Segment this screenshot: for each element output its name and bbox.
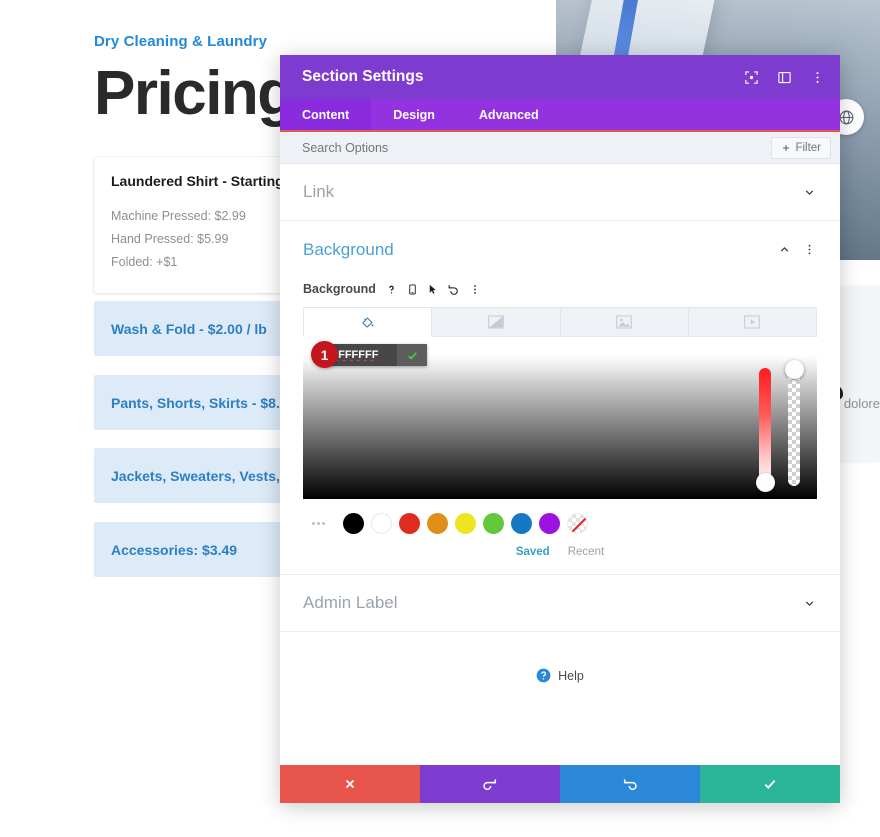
modal-title: Section Settings xyxy=(302,68,424,85)
palette-tab-recent[interactable]: Recent xyxy=(568,546,604,558)
swatch-transparent[interactable] xyxy=(567,513,588,534)
modal-footer xyxy=(280,765,840,803)
modal-body: Link Background Background 1 #FFFFFF Sav… xyxy=(280,164,840,765)
background-field-label-row: Background xyxy=(303,282,817,296)
page-title: Pricing xyxy=(94,59,295,128)
hex-confirm-button[interactable] xyxy=(397,344,427,366)
accordion-background[interactable]: Background xyxy=(280,221,840,278)
swatch-black[interactable] xyxy=(343,513,364,534)
more-vertical-icon[interactable] xyxy=(808,68,826,86)
check-icon xyxy=(407,351,417,360)
undo-button[interactable] xyxy=(420,765,560,803)
toggle-title: Accessories: $3.49 xyxy=(111,541,238,558)
accordion-background-label: Background xyxy=(303,239,394,259)
swatch-purple[interactable] xyxy=(539,513,560,534)
accordion-link-label: Link xyxy=(303,182,335,201)
step-badge-1: 1 xyxy=(311,341,338,368)
plus-icon xyxy=(783,145,790,151)
search-options-row: Filter xyxy=(280,132,840,164)
swatch-green[interactable] xyxy=(483,513,504,534)
color-swatch-row xyxy=(303,513,817,534)
toggle-line: Folded: +$1 xyxy=(111,255,178,270)
hue-slider[interactable] xyxy=(755,368,775,492)
redo-button[interactable] xyxy=(560,765,700,803)
more-vertical-icon[interactable] xyxy=(469,283,481,296)
toggle-line: Machine Pressed: $2.99 xyxy=(111,209,246,223)
video-icon[interactable] xyxy=(688,307,817,337)
modal-header: Section Settings xyxy=(280,55,840,99)
help-link[interactable]: Help xyxy=(280,668,840,683)
toggle-title: Pants, Shorts, Skirts - $8.49 xyxy=(111,394,296,411)
palette-tab-saved[interactable]: Saved xyxy=(516,546,550,558)
alpha-slider[interactable] xyxy=(784,360,804,486)
more-vertical-icon[interactable] xyxy=(803,243,816,256)
search-input[interactable] xyxy=(302,140,702,155)
accordion-link[interactable]: Link xyxy=(280,164,840,221)
split-layout-icon[interactable] xyxy=(775,68,793,86)
screen: t dolore Dry Cleaning & Laundry Pricing … xyxy=(0,0,880,837)
background-field-label: Background xyxy=(303,282,376,296)
background-panel: Background 1 #FFFFFF Saved Recent xyxy=(280,282,840,575)
save-button[interactable] xyxy=(700,765,840,803)
toggle-title: Wash & Fold - $2.00 / lb xyxy=(111,320,267,337)
section-settings-modal: Section Settings Content Design Advanced… xyxy=(280,55,840,803)
accordion-admin-label-actions xyxy=(803,597,816,610)
tab-design[interactable]: Design xyxy=(371,99,457,130)
toggle-body: Machine Pressed: $2.99 Hand Pressed: $5.… xyxy=(111,205,246,274)
accordion-background-actions xyxy=(778,243,816,256)
chevron-down-icon[interactable] xyxy=(803,186,816,199)
toggle-line: Hand Pressed: $5.99 xyxy=(111,232,229,247)
gradient-icon[interactable] xyxy=(432,307,561,337)
question-circle-icon xyxy=(536,668,551,683)
swatch-white[interactable] xyxy=(371,513,392,534)
background-type-tabs xyxy=(303,307,817,337)
accordion-admin-label-label: Admin Label xyxy=(303,593,398,612)
swatch-red[interactable] xyxy=(399,513,420,534)
close-icon xyxy=(345,779,355,789)
filter-button-label: Filter xyxy=(795,142,821,154)
filter-button[interactable]: Filter xyxy=(771,137,831,159)
tab-advanced[interactable]: Advanced xyxy=(457,99,561,130)
modal-tabs: Content Design Advanced xyxy=(280,99,840,132)
modal-header-actions xyxy=(742,68,826,86)
chevron-up-icon[interactable] xyxy=(778,243,791,256)
more-horizontal-icon[interactable] xyxy=(312,522,332,525)
hue-slider-handle[interactable] xyxy=(755,473,775,492)
accordion-link-actions xyxy=(803,186,816,199)
help-label: Help xyxy=(558,668,584,683)
palette-tabs: Saved Recent xyxy=(303,546,817,558)
swatch-blue[interactable] xyxy=(511,513,532,534)
check-icon xyxy=(764,780,776,790)
hex-input-group xyxy=(325,344,427,366)
chevron-down-icon[interactable] xyxy=(803,597,816,610)
undo-icon xyxy=(483,779,497,791)
tab-content[interactable]: Content xyxy=(280,99,372,130)
swatch-yellow[interactable] xyxy=(455,513,476,534)
image-icon[interactable] xyxy=(560,307,689,337)
color-fill-icon[interactable] xyxy=(303,307,433,337)
accordion-admin-label[interactable]: Admin Label xyxy=(280,575,840,632)
reset-undo-icon[interactable] xyxy=(447,283,460,296)
redo-icon xyxy=(623,779,637,791)
focus-target-icon[interactable] xyxy=(742,68,760,86)
responsive-mobile-icon[interactable] xyxy=(407,283,418,296)
saturation-value-area[interactable]: 1 xyxy=(303,341,817,499)
help-icon[interactable] xyxy=(385,283,398,296)
hover-cursor-icon[interactable] xyxy=(427,283,438,296)
gradient-glyph xyxy=(488,315,504,329)
right-card-text: t dolore xyxy=(836,396,880,411)
color-picker: 1 #FFFFFF Saved Recent xyxy=(303,341,817,558)
cancel-button[interactable] xyxy=(280,765,420,803)
page-eyebrow: Dry Cleaning & Laundry xyxy=(94,33,268,50)
swatch-orange[interactable] xyxy=(427,513,448,534)
alpha-slider-handle[interactable] xyxy=(784,360,804,379)
